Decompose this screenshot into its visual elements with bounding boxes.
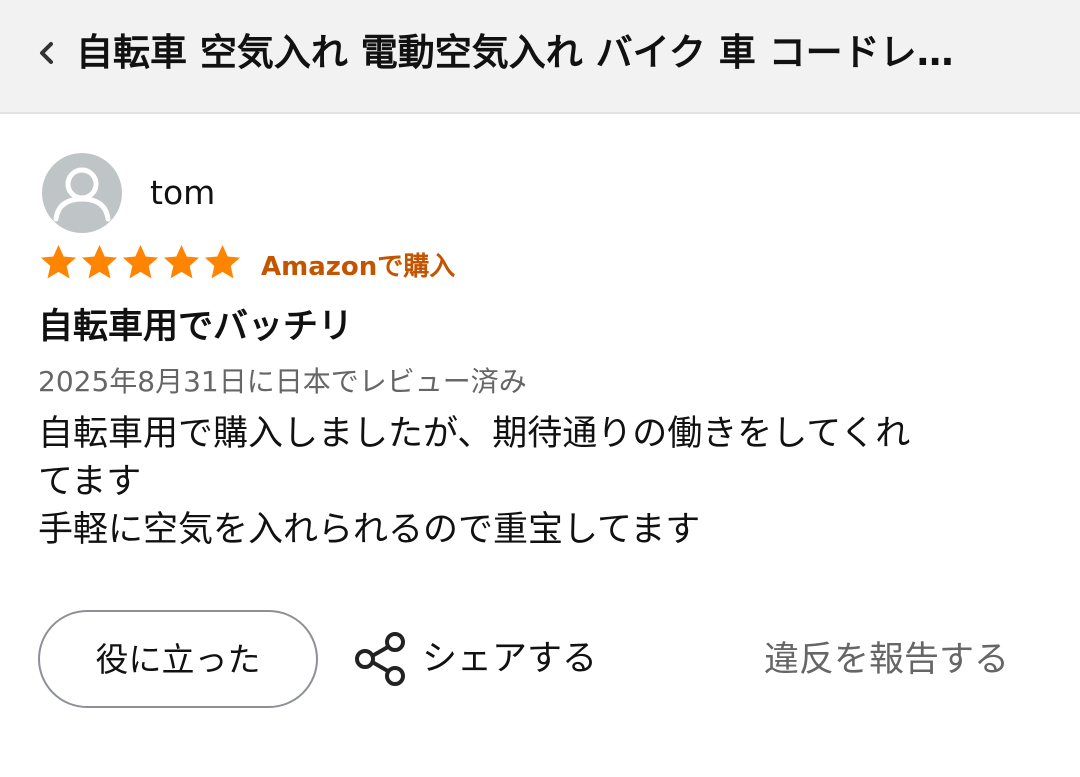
product-header: 自転車 空気入れ 電動空気入れ バイク 車 コードレ… [0,0,1080,114]
review-body: 自転車用で購入しましたが、期待通りの働きをしてくれ てます 手軽に空気を入れられ… [38,410,1048,554]
star-icon [205,245,240,279]
share-icon [355,632,405,686]
review-body-line: てます [38,462,142,502]
star-icon [41,245,76,279]
star-icon [82,245,117,279]
product-title[interactable]: 自転車 空気入れ 電動空気入れ バイク 車 コードレ… [76,26,1056,80]
review-date: 2025年8月31日に日本でレビュー済み [38,365,527,398]
report-abuse-link[interactable]: 違反を報告する [764,630,1009,690]
chevron-left-icon[interactable] [36,40,58,66]
star-icon [123,245,158,279]
reviewer-name[interactable]: tom [150,172,215,214]
share-label: シェアする [422,639,598,679]
user-avatar-icon [42,153,122,233]
review-body-line: 手軽に空気を入れられるので重宝してます [38,510,701,550]
helpful-button[interactable]: 役に立った [38,610,318,708]
review-title: 自転車用でバッチリ [38,307,354,347]
rating-row: Amazonで購入 [38,239,455,285]
share-button[interactable]: シェアする [350,626,597,692]
verified-purchase-badge: Amazonで購入 [261,252,456,282]
star-rating [38,242,243,282]
star-icon [164,245,199,279]
review-body-line: 自転車用で購入しましたが、期待通りの働きをしてくれ [38,414,911,454]
